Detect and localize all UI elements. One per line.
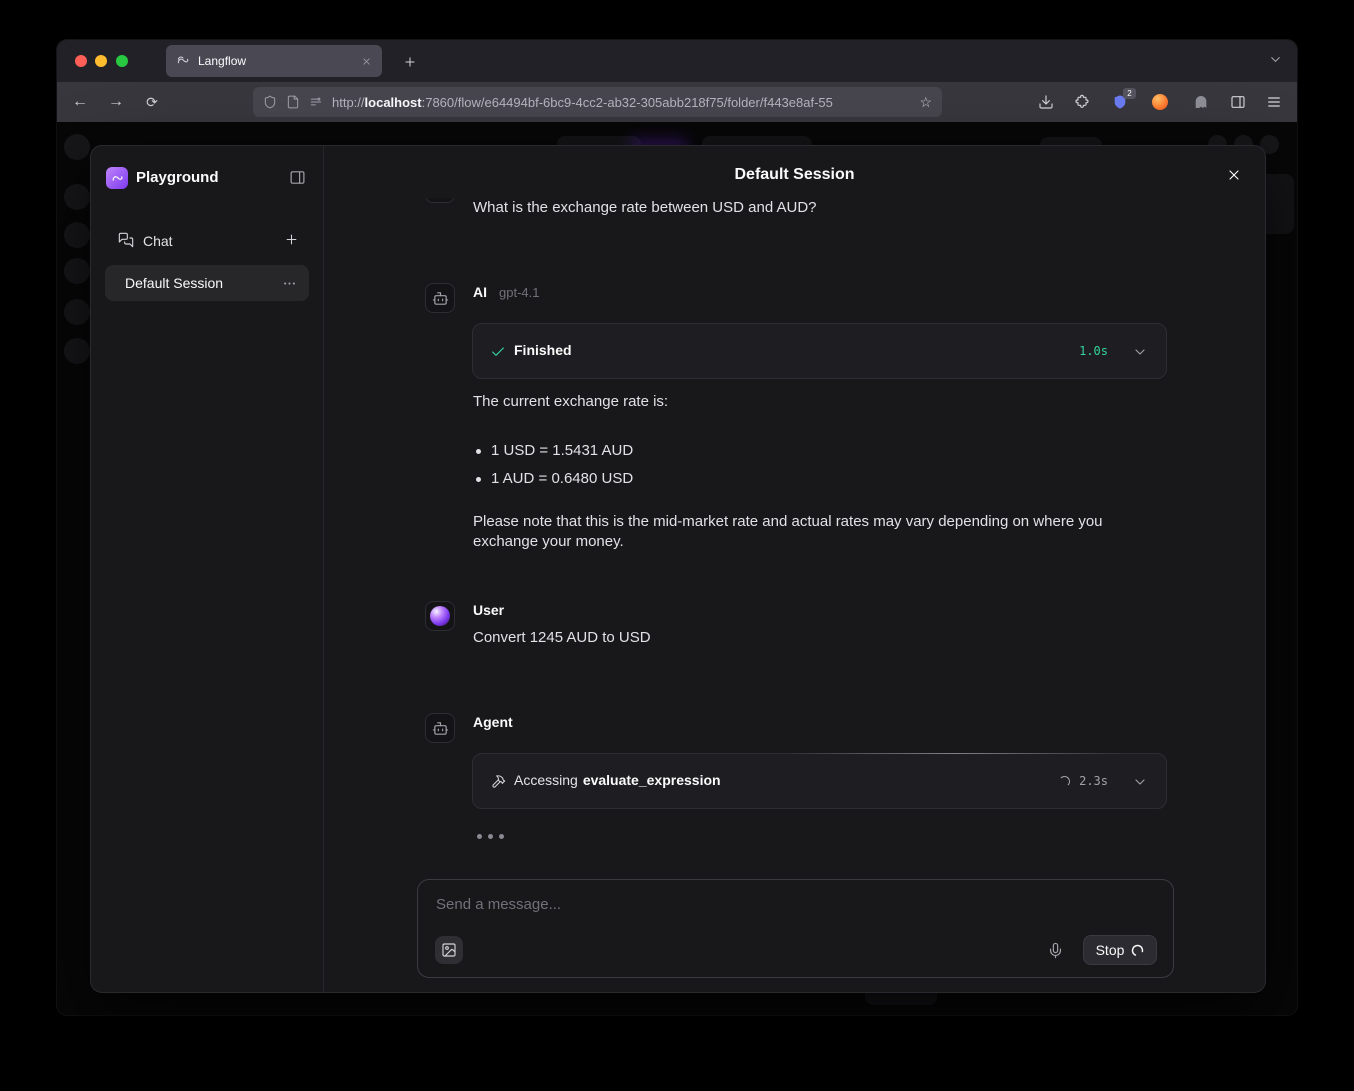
user-message-text: Convert 1245 AUD to USD xyxy=(473,629,651,646)
chevron-down-icon[interactable] xyxy=(1132,774,1148,790)
previous-question-text: What is the exchange rate between USD an… xyxy=(473,199,817,216)
message-composer: Stop xyxy=(417,879,1174,978)
user-sender: User xyxy=(473,602,504,618)
avatar xyxy=(425,713,455,743)
attach-image-button[interactable] xyxy=(435,936,463,964)
message-input[interactable] xyxy=(420,882,1171,926)
back-button[interactable]: ← xyxy=(69,91,91,113)
exchange-rate-list: 1 USD = 1.5431 AUD 1 AUD = 0.6480 USD xyxy=(473,437,633,493)
reload-button[interactable]: ⟳ xyxy=(141,91,163,113)
duration-badge: 1.0s xyxy=(1079,344,1108,358)
tab-close-icon[interactable] xyxy=(361,56,372,67)
agent-sender: Agent xyxy=(473,714,513,730)
stop-button[interactable]: Stop xyxy=(1083,935,1157,965)
tracking-shield-icon[interactable] xyxy=(263,95,277,109)
extensions-puzzle-icon[interactable] xyxy=(1073,93,1091,111)
downloads-icon[interactable] xyxy=(1037,93,1055,111)
extension-badge: 2 xyxy=(1123,88,1136,99)
flow-editor-page: Playground Chat xyxy=(57,122,1297,1015)
ai-note-text: Please note that this is the mid-market … xyxy=(473,512,1170,552)
stop-button-label: Stop xyxy=(1096,942,1125,958)
sidebar-collapse-icon[interactable] xyxy=(289,169,306,191)
new-tab-button[interactable] xyxy=(398,50,422,74)
image-icon xyxy=(441,942,457,958)
bookmark-star-icon[interactable]: ☆ xyxy=(919,94,932,111)
sidebar-item-default-session[interactable]: Default Session xyxy=(105,265,309,301)
browser-tab-bar: Langflow xyxy=(57,40,1297,82)
sidebar-section-chat: Chat xyxy=(91,227,323,255)
duration-badge: 2.3s xyxy=(1079,774,1108,788)
canvas-dim-shape xyxy=(64,299,90,325)
langflow-favicon-icon xyxy=(176,54,190,68)
status-label: Finished xyxy=(514,342,572,358)
ghost-extension-icon[interactable] xyxy=(1192,93,1210,111)
tool-call-panel[interactable]: Accessingevaluate_expression 2.3s xyxy=(472,753,1167,809)
microphone-icon xyxy=(1047,942,1064,959)
url-bar[interactable]: http://localhost:7860/flow/e64494bf-6bc9… xyxy=(253,87,942,117)
page-info-icon[interactable] xyxy=(286,95,300,109)
close-modal-icon[interactable] xyxy=(1224,165,1244,185)
canvas-dim-shape xyxy=(64,184,90,210)
bot-icon xyxy=(432,720,449,737)
playground-modal: Playground Chat xyxy=(90,145,1266,993)
ai-intro-text: The current exchange rate is: xyxy=(473,393,668,410)
traffic-light-close[interactable] xyxy=(75,55,87,67)
traffic-light-minimize[interactable] xyxy=(95,55,107,67)
avatar xyxy=(425,601,455,631)
avatar xyxy=(425,283,455,313)
session-options-icon[interactable] xyxy=(282,276,297,296)
chat-main: Default Session What is the exchange rat… xyxy=(324,146,1265,992)
canvas-dim-shape xyxy=(64,134,90,160)
bot-icon xyxy=(432,290,449,307)
finished-status-panel[interactable]: Finished 1.0s xyxy=(472,323,1167,379)
playground-sidebar: Playground Chat xyxy=(91,146,324,992)
canvas-dim-shape xyxy=(64,222,90,248)
url-host: localhost xyxy=(365,95,422,110)
orange-extension-icon[interactable] xyxy=(1151,93,1169,111)
desktop-background: Langflow ← → ⟳ xyxy=(0,0,1354,1091)
url-path: :7860/flow/e64494bf-6bc9-4cc2-ab32-305ab… xyxy=(422,95,833,110)
browser-tab[interactable]: Langflow xyxy=(166,45,382,77)
session-name: Default Session xyxy=(125,275,223,291)
tool-call-label: Accessingevaluate_expression xyxy=(514,772,721,788)
playground-title: Playground xyxy=(136,169,219,186)
tab-list-chevron-icon[interactable] xyxy=(1268,52,1283,72)
session-header-title: Default Session xyxy=(324,166,1265,184)
new-chat-button[interactable] xyxy=(284,232,299,252)
spinner-icon xyxy=(1059,776,1070,787)
list-item: 1 USD = 1.5431 AUD xyxy=(473,437,633,465)
list-item: 1 AUD = 0.6480 USD xyxy=(473,465,633,493)
forward-button[interactable]: → xyxy=(105,91,127,113)
tab-title: Langflow xyxy=(198,54,353,68)
playground-logo-icon xyxy=(106,167,128,189)
canvas-dim-shape xyxy=(64,338,90,364)
hammer-icon xyxy=(491,774,506,789)
browser-toolbar: ← → ⟳ http:// xyxy=(57,82,1297,122)
shield-extension-icon[interactable]: 2 xyxy=(1111,93,1129,111)
app-menu-icon[interactable] xyxy=(1265,93,1283,111)
typing-indicator xyxy=(477,834,504,839)
avatar xyxy=(425,198,455,203)
sidebar-toggle-icon[interactable] xyxy=(1229,93,1247,111)
url-text: http://localhost:7860/flow/e64494bf-6bc9… xyxy=(332,95,910,110)
timer-ring-icon xyxy=(1131,944,1144,957)
microphone-button[interactable] xyxy=(1043,938,1067,962)
permissions-icon[interactable] xyxy=(309,95,323,109)
browser-window: Langflow ← → ⟳ xyxy=(57,40,1297,1015)
canvas-dim-shape xyxy=(64,258,90,284)
chevron-down-icon[interactable] xyxy=(1132,344,1148,360)
check-icon xyxy=(490,344,506,360)
chat-bubbles-icon xyxy=(118,232,134,253)
ai-model-tag: gpt-4.1 xyxy=(499,285,539,300)
chat-section-label: Chat xyxy=(143,233,173,249)
url-scheme: http:// xyxy=(332,95,365,110)
message-list: What is the exchange rate between USD an… xyxy=(324,198,1265,876)
traffic-light-zoom[interactable] xyxy=(116,55,128,67)
ai-sender: AI xyxy=(473,284,487,300)
user-avatar-icon xyxy=(430,606,450,626)
